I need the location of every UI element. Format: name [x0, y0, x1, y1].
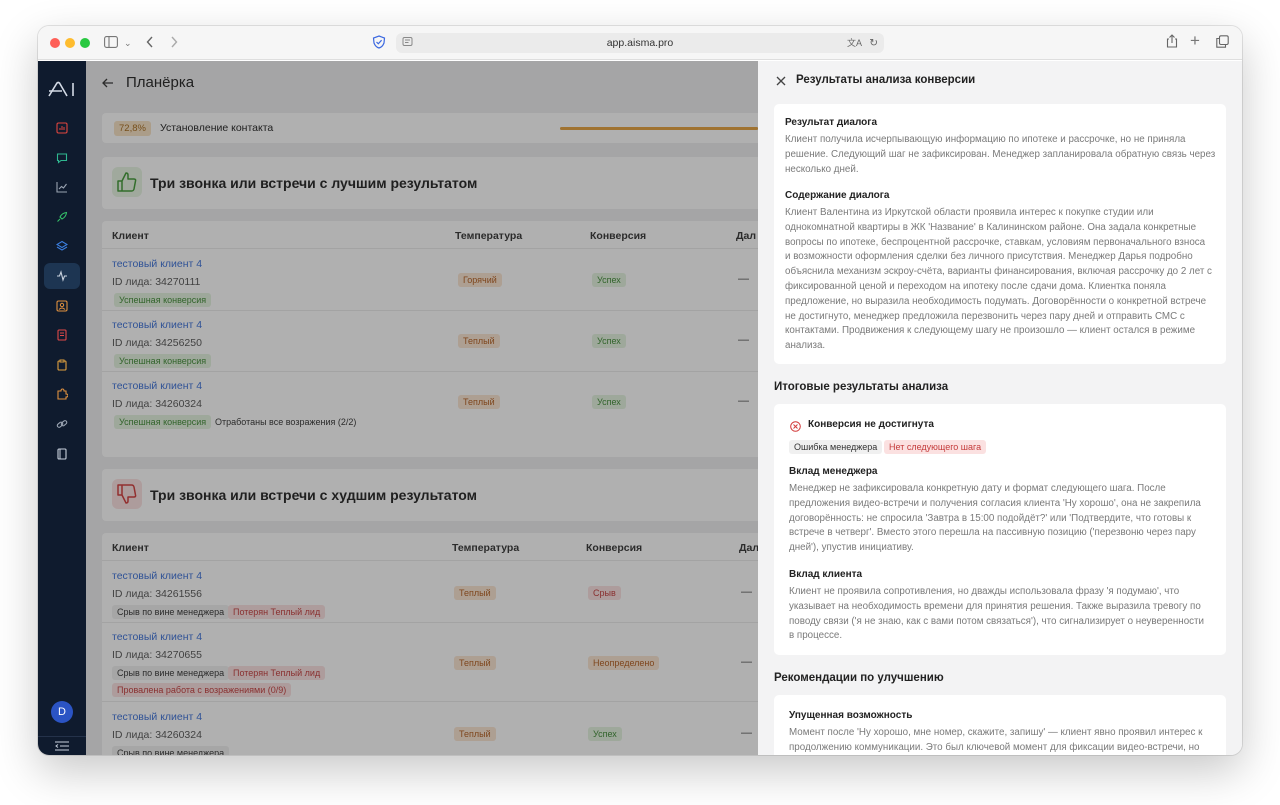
new-tab-icon[interactable]: + — [1190, 32, 1200, 50]
sidebar-item-documents[interactable] — [44, 322, 80, 348]
app-sidebar: AI — [38, 61, 86, 755]
translate-icon[interactable]: 文A — [847, 33, 862, 53]
user-card-icon — [56, 300, 68, 312]
close-window-button[interactable] — [50, 38, 60, 48]
forward-icon[interactable] — [170, 34, 178, 52]
puzzle-icon — [57, 388, 68, 400]
address-bar[interactable]: app.aisma.pro 文A ↻ — [396, 33, 884, 53]
minimize-window-button[interactable] — [65, 38, 75, 48]
drawer-title: Результаты анализа конверсии — [796, 74, 976, 86]
dialog-summary-card: Результат диалога Клиент получила исчерп… — [774, 104, 1226, 364]
recommendations-card: Упущенная возможность Момент после 'Ну х… — [774, 695, 1226, 755]
sidebar-item-chats[interactable] — [44, 145, 80, 171]
layers-icon — [56, 240, 68, 251]
no-next-step-badge: Нет следующего шага — [884, 440, 987, 454]
drawer-header: Результаты анализа конверсии — [758, 61, 1242, 97]
dialog-result-text: Клиент получила исчерпывающую информацию… — [785, 134, 1216, 175]
sidebar-item-reports[interactable] — [44, 115, 80, 141]
share-icon[interactable] — [1166, 34, 1178, 52]
chat-icon — [56, 153, 68, 164]
sidebar-item-launch[interactable] — [44, 204, 80, 230]
dialog-content-text: Клиент Валентина из Иркутской области пр… — [785, 207, 1212, 352]
sidebar-item-planning[interactable] — [44, 263, 80, 289]
client-contribution-text: Клиент не проявила сопротивления, но два… — [789, 586, 1205, 642]
sidebar-toggle-icon[interactable] — [104, 34, 118, 52]
link-icon — [56, 420, 68, 428]
sidebar-item-knowledge[interactable] — [44, 441, 80, 467]
rocket-icon — [57, 211, 68, 222]
sidebar-item-links[interactable] — [44, 411, 80, 437]
tabs-overview-icon[interactable] — [1216, 34, 1229, 52]
client-contribution-heading: Вклад клиента — [789, 569, 863, 580]
final-results-heading: Итоговые результаты анализа — [774, 381, 949, 393]
modal-backdrop[interactable] — [86, 61, 758, 755]
page-settings-icon[interactable] — [402, 33, 413, 53]
trend-line-icon — [56, 182, 67, 193]
sidebar-item-profiles[interactable] — [44, 293, 80, 319]
recommendations-heading: Рекомендации по улучшению — [774, 672, 944, 684]
app-logo[interactable]: AI — [48, 81, 76, 102]
chart-bar-icon — [56, 122, 68, 134]
manager-error-badge: Ошибка менеджера — [789, 440, 883, 454]
clipboard-icon — [57, 359, 67, 371]
main-content: Планёрка 72,8% Установление контакта Три… — [86, 61, 758, 755]
error-circle-icon — [790, 419, 801, 437]
manager-contribution-heading: Вклад менеджера — [789, 466, 878, 477]
shield-icon[interactable] — [372, 35, 386, 53]
sidebar-item-analytics[interactable] — [44, 174, 80, 200]
sidebar-collapse-button[interactable] — [38, 736, 86, 755]
conversion-analysis-drawer: Результаты анализа конверсии Результат д… — [758, 61, 1242, 755]
conversion-status: Конверсия не достигнута — [808, 419, 934, 430]
sidebar-item-integrations[interactable] — [44, 381, 80, 407]
missed-opportunity-text: Момент после 'Ну хорошо, мне номер, скаж… — [789, 727, 1203, 753]
sidebar-item-tasks[interactable] — [44, 352, 80, 378]
chevron-down-icon[interactable]: ⌄ — [124, 34, 132, 52]
menu-collapse-icon — [55, 741, 69, 751]
document-icon — [57, 329, 67, 341]
zoom-window-button[interactable] — [80, 38, 90, 48]
sidebar-item-layers[interactable] — [44, 233, 80, 259]
manager-contribution-text: Менеджер не зафиксировала конкретную дат… — [789, 483, 1201, 554]
url-text: app.aisma.pro — [606, 37, 674, 49]
back-icon[interactable] — [146, 34, 154, 52]
reload-icon[interactable]: ↻ — [869, 33, 878, 53]
final-results-card: Конверсия не достигнута Ошибка менеджера… — [774, 404, 1226, 655]
dialog-content-heading: Содержание диалога — [785, 190, 890, 201]
close-icon[interactable] — [776, 73, 786, 91]
dialog-result-heading: Результат диалога — [785, 117, 878, 128]
missed-opportunity-heading: Упущенная возможность — [789, 710, 913, 721]
browser-toolbar: ⌄ app.aisma.pro 文A ↻ + — [38, 26, 1242, 60]
avatar[interactable]: D — [51, 701, 73, 723]
browser-window: ⌄ app.aisma.pro 文A ↻ + AI — [38, 26, 1242, 755]
pulse-icon — [57, 270, 67, 282]
book-icon — [57, 448, 67, 460]
